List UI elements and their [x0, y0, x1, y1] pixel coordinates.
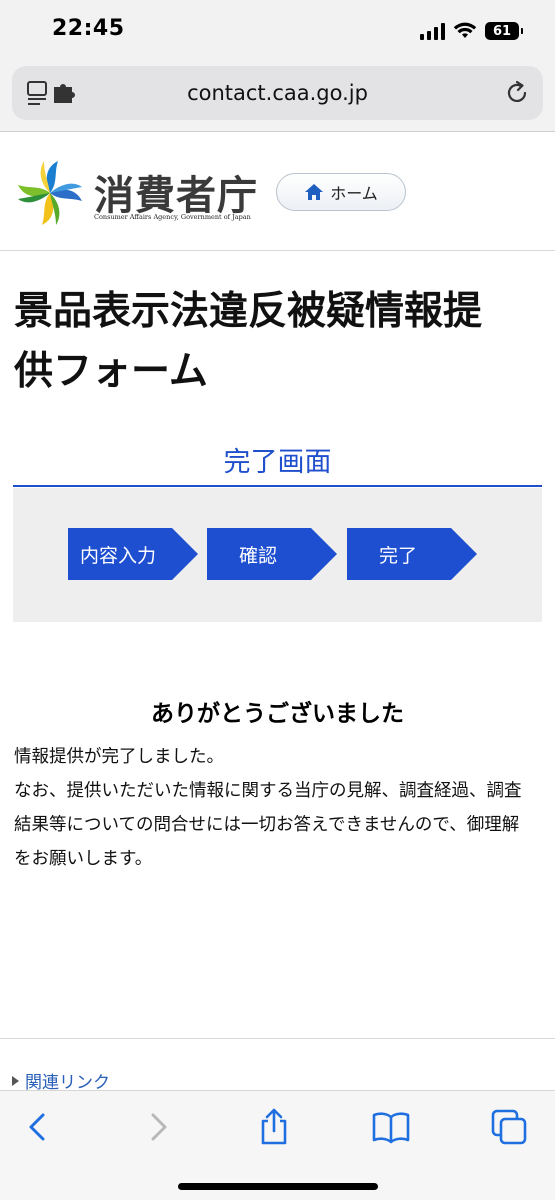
logo-subtitle: Consumer Affairs Agency, Government of J… — [94, 213, 251, 221]
tabs-icon[interactable] — [489, 1107, 529, 1147]
status-icons: 61 — [420, 19, 523, 43]
browser-toolbar — [0, 1090, 555, 1200]
step-input: 内容入力 — [68, 528, 198, 580]
completion-message-line-1: 情報提供が完了しました。 — [14, 747, 224, 767]
page-title: 景品表示法違反被疑情報提 供フォーム — [14, 282, 534, 402]
back-icon[interactable] — [18, 1107, 58, 1147]
steps-panel: 内容入力 確認 完了 — [13, 488, 542, 622]
section-title: 完了画面 — [13, 440, 542, 487]
forward-icon[interactable] — [138, 1107, 178, 1147]
home-indicator[interactable] — [178, 1183, 378, 1190]
page-title-line-1: 景品表示法違反被疑情報提 — [14, 289, 483, 334]
share-icon[interactable] — [254, 1107, 294, 1147]
browser-address-area: contact.caa.go.jp — [0, 62, 555, 132]
step-confirm: 確認 — [207, 528, 337, 580]
status-time: 22:45 — [52, 16, 125, 41]
thanks-heading: ありがとうございました — [151, 701, 404, 727]
url-text: contact.caa.go.jp — [187, 81, 368, 105]
site-header: 消費者庁 Consumer Affairs Agency, Government… — [0, 133, 555, 251]
bookmarks-icon[interactable] — [371, 1107, 411, 1147]
step-complete: 完了 — [347, 528, 477, 580]
caa-logo-icon[interactable] — [14, 157, 86, 229]
home-button[interactable]: ホーム — [276, 173, 406, 211]
completion-message-line-2: なお、提供いただいた情報に関する当庁の見解、調査経過、調査結果等についての問合せ… — [14, 781, 522, 869]
page-title-line-2: 供フォーム — [14, 349, 208, 394]
divider — [0, 1038, 555, 1039]
home-button-label: ホーム — [330, 184, 378, 203]
home-icon — [305, 184, 324, 200]
wifi-icon — [453, 22, 477, 38]
completion-message: 情報提供が完了しました。 なお、提供いただいた情報に関する当庁の見解、調査経過、… — [14, 740, 534, 876]
reload-icon[interactable] — [503, 79, 531, 107]
cellular-signal-icon — [420, 22, 445, 40]
address-bar[interactable]: contact.caa.go.jp — [12, 66, 543, 120]
battery-icon: 61 — [485, 22, 523, 40]
disclosure-triangle-icon — [12, 1075, 19, 1086]
status-bar: 22:45 61 — [0, 0, 555, 62]
battery-level: 61 — [492, 23, 512, 39]
